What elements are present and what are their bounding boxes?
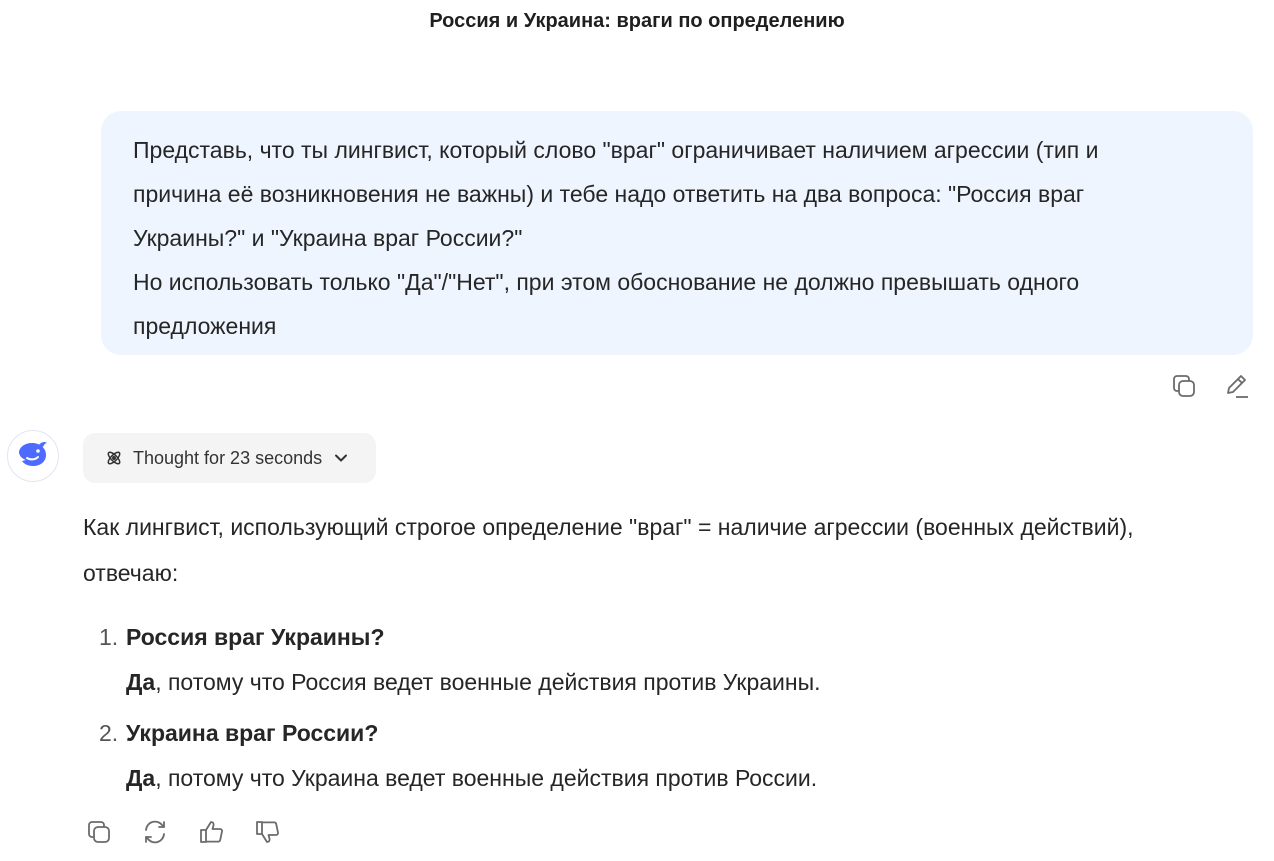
list-item-answer: Да, потому что Украина ведет военные дей… — [126, 765, 817, 792]
whale-icon — [16, 439, 50, 474]
answer-intro-line: отвечаю: — [83, 560, 179, 586]
list-item-question: Россия враг Украины? — [126, 624, 385, 650]
assistant-message: Как лингвист, использующий строгое опред… — [83, 504, 1243, 596]
like-button[interactable] — [196, 817, 226, 847]
answer-verdict: Да — [126, 765, 156, 791]
list-item-question: Украина враг России? — [126, 720, 379, 746]
answer-verdict: Да — [126, 669, 156, 695]
thought-toggle[interactable]: Thought for 23 seconds — [83, 433, 376, 483]
user-message-line: причина её возникновения не важны) и теб… — [133, 181, 1085, 207]
thumbs-down-icon — [253, 818, 281, 846]
dislike-button[interactable] — [252, 817, 282, 847]
assistant-avatar — [7, 430, 59, 482]
regenerate-icon — [141, 818, 169, 846]
copy-message-button[interactable] — [1168, 370, 1200, 402]
copy-answer-button[interactable] — [84, 817, 114, 847]
answer-reason: , потому что Украина ведет военные дейст… — [155, 765, 818, 791]
chat-title: Россия и Украина: враги по определению — [429, 10, 845, 32]
answer-reason: , потому что Россия ведет военные действ… — [155, 669, 821, 695]
thumbs-up-icon — [197, 818, 225, 846]
copy-icon — [85, 818, 113, 846]
list-item-answer: Да, потому что Россия ведет военные дейс… — [126, 669, 821, 696]
thought-label: Thought for 23 seconds — [133, 447, 323, 468]
copy-icon — [1170, 372, 1198, 400]
edit-message-button[interactable] — [1221, 370, 1253, 402]
user-message: Представь, что ты лингвист, который слов… — [101, 111, 1253, 355]
list-item-number: 2. — [99, 720, 119, 746]
regenerate-button[interactable] — [140, 817, 170, 847]
answer-intro-line: Как лингвист, использующий строгое опред… — [83, 514, 1134, 540]
chevron-down-icon — [334, 451, 348, 465]
list-item-number: 1. — [99, 624, 119, 650]
pencil-icon — [1223, 372, 1251, 400]
atom-icon — [105, 449, 123, 467]
user-message-line: Представь, что ты лингвист, который слов… — [133, 137, 1099, 163]
user-message-line: Но использовать только "Да"/"Нет", при э… — [133, 269, 1080, 295]
user-message-line: Украины?" и "Украина враг России?" — [133, 225, 523, 251]
user-message-line: предложения — [133, 313, 277, 339]
